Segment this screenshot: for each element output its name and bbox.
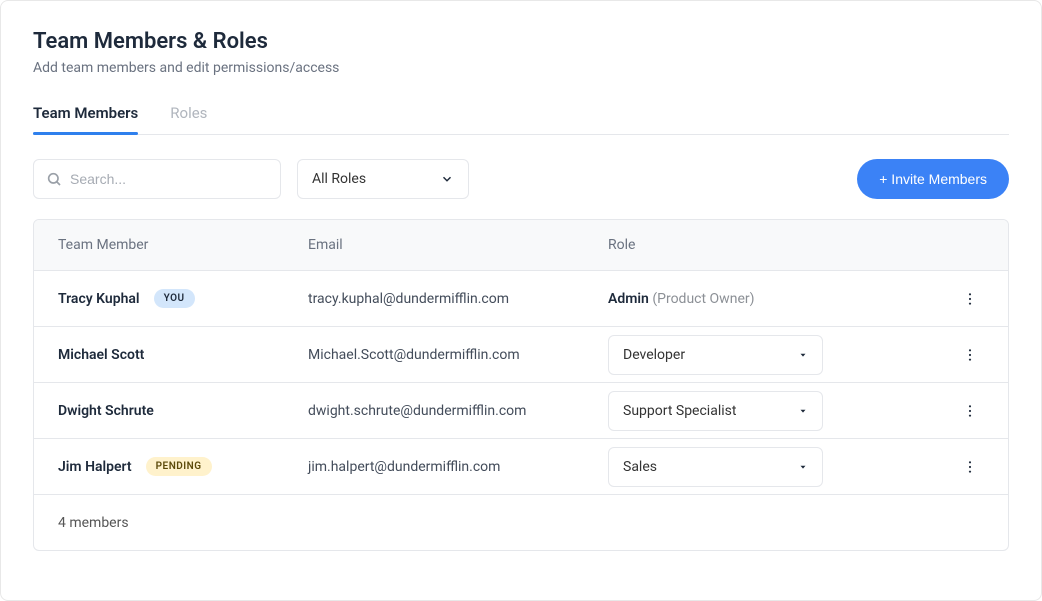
search-input[interactable] <box>70 171 268 187</box>
invite-members-button[interactable]: + Invite Members <box>857 159 1009 199</box>
role-select[interactable]: Sales <box>608 447 823 487</box>
table-row: Dwight Schrute dwight.schrute@dundermiff… <box>34 382 1008 438</box>
member-email: tracy.kuphal@dundermifflin.com <box>308 291 608 307</box>
team-members-card: Team Members & Roles Add team members an… <box>0 0 1042 601</box>
role-select-label: Developer <box>623 347 685 363</box>
col-header-name: Team Member <box>58 237 308 253</box>
role-select-label: Support Specialist <box>623 403 736 419</box>
role-filter-select[interactable]: All Roles <box>297 159 469 199</box>
member-name: Tracy Kuphal <box>58 291 140 307</box>
member-count: 4 members <box>58 515 129 531</box>
col-header-email: Email <box>308 237 608 253</box>
pending-badge: PENDING <box>146 457 212 476</box>
role-select-label: Sales <box>623 459 657 475</box>
page-subtitle: Add team members and edit permissions/ac… <box>33 60 1009 76</box>
more-vertical-icon <box>962 291 978 307</box>
toolbar: All Roles + Invite Members <box>33 159 1009 199</box>
tab-roles[interactable]: Roles <box>170 104 207 134</box>
tab-team-members[interactable]: Team Members <box>33 104 138 134</box>
row-actions-button[interactable] <box>956 285 984 313</box>
tabs: Team Members Roles <box>33 104 1009 135</box>
role-filter-label: All Roles <box>312 171 366 187</box>
search-field-wrap[interactable] <box>33 159 281 199</box>
table-header: Team Member Email Role <box>34 220 1008 270</box>
role-select[interactable]: Support Specialist <box>608 391 823 431</box>
table-row: Tracy Kuphal YOU tracy.kuphal@dundermiff… <box>34 270 1008 326</box>
row-actions-button[interactable] <box>956 397 984 425</box>
member-name: Michael Scott <box>58 347 144 363</box>
caret-down-icon <box>798 406 808 416</box>
table-row: Michael Scott Michael.Scott@dundermiffli… <box>34 326 1008 382</box>
caret-down-icon <box>798 462 808 472</box>
chevron-down-icon <box>440 172 454 186</box>
member-name: Dwight Schrute <box>58 403 154 419</box>
row-actions-button[interactable] <box>956 453 984 481</box>
caret-down-icon <box>798 350 808 360</box>
more-vertical-icon <box>962 347 978 363</box>
member-name: Jim Halpert <box>58 459 132 475</box>
search-icon <box>46 171 62 187</box>
member-email: jim.halpert@dundermifflin.com <box>308 459 608 475</box>
member-email: Michael.Scott@dundermifflin.com <box>308 347 608 363</box>
col-header-role: Role <box>608 237 934 253</box>
table-row: Jim Halpert PENDING jim.halpert@dundermi… <box>34 438 1008 494</box>
you-badge: YOU <box>154 289 195 308</box>
member-role: Admin (Product Owner) <box>608 291 934 307</box>
more-vertical-icon <box>962 459 978 475</box>
row-actions-button[interactable] <box>956 341 984 369</box>
member-email: dwight.schrute@dundermifflin.com <box>308 403 608 419</box>
members-table: Team Member Email Role Tracy Kuphal YOU … <box>33 219 1009 551</box>
more-vertical-icon <box>962 403 978 419</box>
role-select[interactable]: Developer <box>608 335 823 375</box>
table-footer: 4 members <box>34 494 1008 550</box>
page-title: Team Members & Roles <box>33 29 1009 54</box>
